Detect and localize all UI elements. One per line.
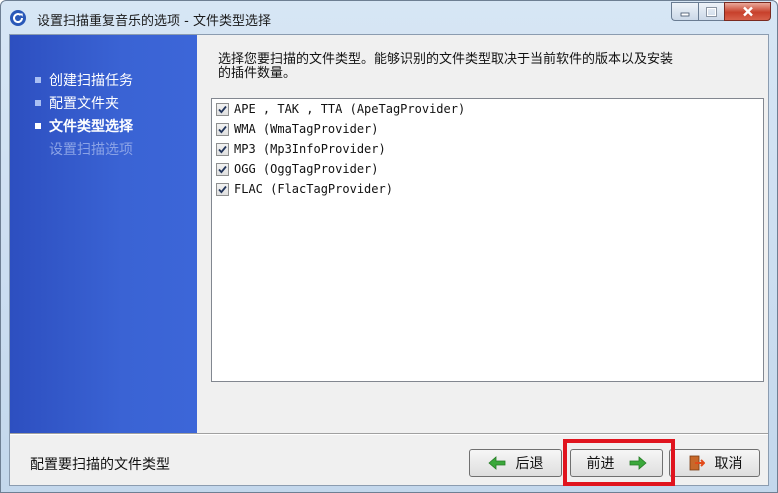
file-type-checkbox[interactable] <box>216 122 229 136</box>
checkmark-icon <box>218 145 227 153</box>
back-button-label: 后退 <box>515 456 544 472</box>
step-configure-folders: 配置文件夹 <box>35 91 133 114</box>
file-type-checkbox[interactable] <box>216 182 229 196</box>
step-bullet-icon <box>35 122 41 129</box>
step-bullet-icon <box>35 99 41 106</box>
maximize-icon <box>706 6 717 17</box>
step-label: 创建扫描任务 <box>49 72 133 89</box>
main-panel: 选择您要扫描的文件类型。能够识别的文件类型取决于当前软件的版本以及安装 的插件数… <box>197 35 768 433</box>
dialog-client-area: 创建扫描任务 配置文件夹 文件类型选择 设置扫描选项 选择您要扫描的文件类型。能… <box>9 34 769 486</box>
file-type-label: OGG (OggTagProvider) <box>234 162 379 176</box>
step-file-type-selection: 文件类型选择 <box>35 114 133 137</box>
step-create-scan-task: 创建扫描任务 <box>35 68 133 91</box>
title-bar[interactable]: 设置扫描重复音乐的选项 - 文件类型选择 <box>1 1 777 34</box>
step-label: 配置文件夹 <box>49 95 119 112</box>
instruction-line-2: 的插件数量。 <box>218 66 297 81</box>
next-button-highlight-frame <box>563 439 675 486</box>
file-type-label: WMA (WmaTagProvider) <box>234 122 379 136</box>
file-type-item-wma[interactable]: WMA (WmaTagProvider) <box>216 120 379 138</box>
file-type-list[interactable]: APE , TAK , TTA (ApeTagProvider) WMA (Wm… <box>211 98 764 382</box>
file-type-label: APE , TAK , TTA (ApeTagProvider) <box>234 102 466 116</box>
dialog-window: 设置扫描重复音乐的选项 - 文件类型选择 创建扫描任务 配置文件夹 文件类型选择… <box>0 0 778 493</box>
close-icon <box>742 6 753 17</box>
file-type-item-ape[interactable]: APE , TAK , TTA (ApeTagProvider) <box>216 100 465 118</box>
minimize-icon <box>680 12 690 16</box>
close-button[interactable] <box>724 2 771 21</box>
window-title: 设置扫描重复音乐的选项 - 文件类型选择 <box>37 14 271 29</box>
file-type-item-ogg[interactable]: OGG (OggTagProvider) <box>216 160 379 178</box>
file-type-checkbox[interactable] <box>216 142 229 156</box>
checkmark-icon <box>218 165 227 173</box>
checkmark-icon <box>218 185 227 193</box>
cancel-button-label: 取消 <box>714 456 743 472</box>
refresh-icon <box>10 10 26 26</box>
status-text: 配置要扫描的文件类型 <box>30 457 170 473</box>
maximize-button[interactable] <box>698 2 724 21</box>
step-scan-options: 设置扫描选项 <box>35 137 133 160</box>
cancel-button[interactable]: 取消 <box>669 449 760 477</box>
step-bullet-icon <box>35 76 41 83</box>
step-label: 文件类型选择 <box>49 118 133 135</box>
file-type-item-flac[interactable]: FLAC (FlacTagProvider) <box>216 180 393 198</box>
file-type-checkbox[interactable] <box>216 102 229 116</box>
back-button[interactable]: 后退 <box>469 449 562 477</box>
step-label: 设置扫描选项 <box>49 141 133 158</box>
checkmark-icon <box>218 105 227 113</box>
minimize-button[interactable] <box>671 2 698 21</box>
file-type-checkbox[interactable] <box>216 162 229 176</box>
checkmark-icon <box>218 125 227 133</box>
wizard-steps-panel: 创建扫描任务 配置文件夹 文件类型选择 设置扫描选项 <box>10 35 197 433</box>
instruction-text: 选择您要扫描的文件类型。能够识别的文件类型取决于当前软件的版本以及安装 的插件数… <box>218 53 758 81</box>
footer-divider <box>10 433 768 435</box>
file-type-label: FLAC (FlacTagProvider) <box>234 182 393 196</box>
file-type-label: MP3 (Mp3InfoProvider) <box>234 142 386 156</box>
instruction-line-1: 选择您要扫描的文件类型。能够识别的文件类型取决于当前软件的版本以及安装 <box>218 52 674 67</box>
arrow-left-icon <box>487 456 505 470</box>
file-type-item-mp3[interactable]: MP3 (Mp3InfoProvider) <box>216 140 386 158</box>
cancel-exit-icon <box>689 455 705 471</box>
